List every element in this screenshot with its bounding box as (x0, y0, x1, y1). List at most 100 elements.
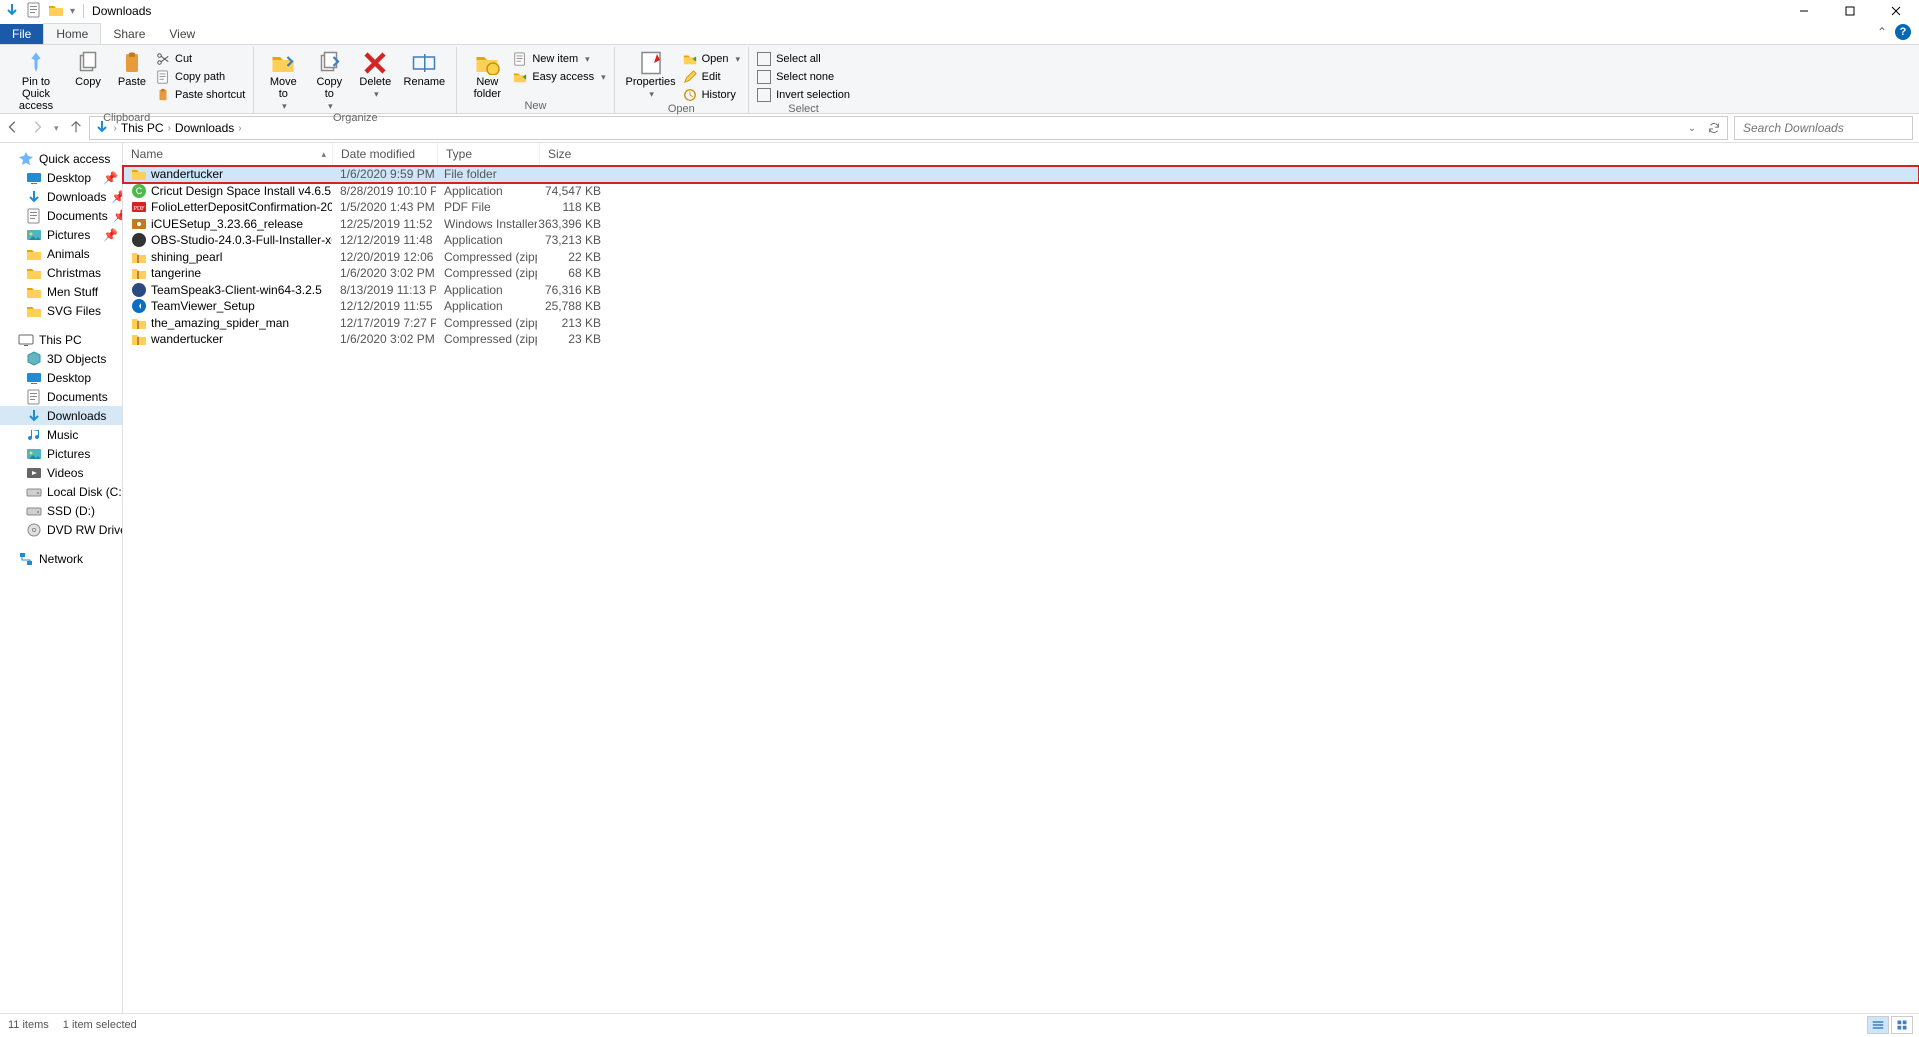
nav-pc-item[interactable]: Local Disk (C:) (0, 482, 122, 501)
navigation-pane[interactable]: Quick access Desktop📌Downloads📌Documents… (0, 143, 123, 1013)
nav-quick-item[interactable]: Animals (0, 244, 122, 263)
help-icon[interactable]: ? (1895, 24, 1911, 40)
invert-selection-button[interactable]: Invert selection (757, 87, 850, 103)
nav-pc-item[interactable]: Documents (0, 387, 122, 406)
header-name[interactable]: Name▴ (123, 143, 333, 165)
nav-quick-item[interactable]: Men Stuff (0, 282, 122, 301)
pin-to-quick-access-button[interactable]: Pin to Quick access (8, 49, 64, 112)
file-row[interactable]: the_amazing_spider_man12/17/2019 7:27 PM… (123, 315, 1919, 332)
tab-share[interactable]: Share (101, 24, 157, 44)
group-label: Open (623, 103, 740, 116)
move-to-button[interactable]: Move to▾ (262, 49, 304, 112)
file-name: tangerine (151, 266, 201, 280)
group-label: Organize (262, 112, 448, 125)
nav-pc-item[interactable]: Pictures (0, 444, 122, 463)
nav-pc-item[interactable]: Videos (0, 463, 122, 482)
move-to-icon (267, 51, 299, 75)
file-row[interactable]: wandertucker1/6/2020 9:59 PMFile folder (123, 166, 1919, 183)
file-row[interactable]: TeamSpeak3-Client-win64-3.2.58/13/2019 1… (123, 282, 1919, 299)
easy-access-button[interactable]: Easy access▾ (513, 69, 605, 85)
rename-button[interactable]: Rename (400, 49, 448, 88)
nav-quick-item[interactable]: Christmas (0, 263, 122, 282)
edit-icon (683, 70, 697, 84)
nav-quick-item[interactable]: Desktop📌 (0, 168, 122, 187)
desktop-icon (26, 370, 42, 386)
qat-down-arrow-icon[interactable] (4, 2, 20, 21)
nav-item-label: SSD (D:) (47, 504, 95, 518)
new-item-button[interactable]: New item▾ (513, 51, 605, 67)
paste-button[interactable]: Paste (112, 49, 152, 88)
file-row[interactable]: iCUESetup_3.23.66_release12/25/2019 11:5… (123, 216, 1919, 233)
nav-quick-item[interactable]: Downloads📌 (0, 187, 122, 206)
header-date-modified[interactable]: Date modified (333, 143, 438, 165)
copy-to-button[interactable]: Copy to▾ (308, 49, 350, 112)
folder-icon (26, 265, 42, 281)
nav-this-pc[interactable]: This PC (0, 330, 122, 349)
nav-pc-item[interactable]: DVD RW Drive (I:) R( (0, 520, 122, 539)
nav-pc-item[interactable]: Downloads (0, 406, 122, 425)
nav-quick-access[interactable]: Quick access (0, 149, 122, 168)
nav-item-label: Documents (47, 390, 108, 404)
paste-shortcut-button[interactable]: Paste shortcut (156, 87, 245, 103)
ribbon-collapse-icon[interactable]: ⌃ (1877, 25, 1887, 39)
address-dropdown-icon[interactable]: ⌄ (1683, 123, 1701, 134)
qat-folder-icon[interactable] (48, 2, 64, 21)
file-row[interactable]: Cricut Design Space Install v4.6.58/28/2… (123, 183, 1919, 200)
edit-button[interactable]: Edit (683, 69, 740, 85)
qat-file-icon[interactable] (26, 2, 42, 21)
view-large-icons-button[interactable] (1891, 1016, 1913, 1034)
cell-type: Compressed (zipp... (436, 332, 537, 346)
file-row[interactable]: shining_pearl12/20/2019 12:06 ...Compres… (123, 249, 1919, 266)
group-new: New folder New item▾ Easy access▾ New (457, 47, 614, 113)
qat-customize-icon[interactable]: ▾ (70, 6, 75, 17)
minimize-button[interactable] (1781, 0, 1827, 22)
tab-view[interactable]: View (157, 24, 207, 44)
search-input[interactable] (1741, 120, 1902, 136)
header-size[interactable]: Size (540, 143, 604, 165)
pin-icon: 📌 (103, 228, 118, 242)
maximize-button[interactable] (1827, 0, 1873, 22)
new-folder-button[interactable]: New folder (465, 49, 509, 100)
cell-type: Compressed (zipp... (436, 266, 537, 280)
close-button[interactable] (1873, 0, 1919, 22)
pin-icon: 📌 (111, 190, 123, 204)
cell-date: 12/17/2019 7:27 PM (332, 316, 436, 330)
search-box[interactable] (1734, 116, 1913, 140)
nav-pc-item[interactable]: Desktop (0, 368, 122, 387)
file-row[interactable]: FolioLetterDepositConfirmation-2020010..… (123, 199, 1919, 216)
history-button[interactable]: History (683, 87, 740, 103)
file-row[interactable]: wandertucker1/6/2020 3:02 PMCompressed (… (123, 331, 1919, 348)
tab-file[interactable]: File (0, 24, 43, 44)
refresh-button[interactable] (1705, 121, 1723, 135)
copy-path-button[interactable]: Copy path (156, 69, 245, 85)
nav-item-label: Music (47, 428, 78, 442)
file-row[interactable]: tangerine1/6/2020 3:02 PMCompressed (zip… (123, 265, 1919, 282)
nav-quick-item[interactable]: SVG Files (0, 301, 122, 320)
copy-button[interactable]: Copy (68, 49, 108, 88)
cell-date: 8/13/2019 11:13 PM (332, 283, 436, 297)
nav-network[interactable]: Network (0, 549, 122, 568)
cell-name: TeamSpeak3-Client-win64-3.2.5 (123, 282, 332, 298)
file-name: OBS-Studio-24.0.3-Full-Installer-x64 (151, 233, 332, 247)
nav-quick-item[interactable]: Pictures📌 (0, 225, 122, 244)
file-row[interactable]: TeamViewer_Setup12/12/2019 11:55 ...Appl… (123, 298, 1919, 315)
view-details-button[interactable] (1867, 1016, 1889, 1034)
copy-path-icon (156, 70, 170, 84)
select-none-button[interactable]: Select none (757, 69, 850, 85)
header-type[interactable]: Type (438, 143, 540, 165)
tab-home[interactable]: Home (43, 23, 101, 44)
nav-pc-item[interactable]: 3D Objects (0, 349, 122, 368)
file-rows[interactable]: wandertucker1/6/2020 9:59 PMFile folderC… (123, 166, 1919, 1013)
documents-icon (26, 389, 42, 405)
pictures-icon (26, 446, 42, 462)
cut-button[interactable]: Cut (156, 51, 245, 67)
open-button[interactable]: Open▾ (683, 51, 740, 67)
nav-quick-item[interactable]: Documents📌 (0, 206, 122, 225)
network-icon (18, 551, 34, 567)
nav-pc-item[interactable]: Music (0, 425, 122, 444)
nav-pc-item[interactable]: SSD (D:) (0, 501, 122, 520)
properties-button[interactable]: Properties▾ (623, 49, 679, 100)
file-row[interactable]: OBS-Studio-24.0.3-Full-Installer-x6412/1… (123, 232, 1919, 249)
select-all-button[interactable]: Select all (757, 51, 850, 67)
delete-button[interactable]: Delete▾ (354, 49, 396, 100)
